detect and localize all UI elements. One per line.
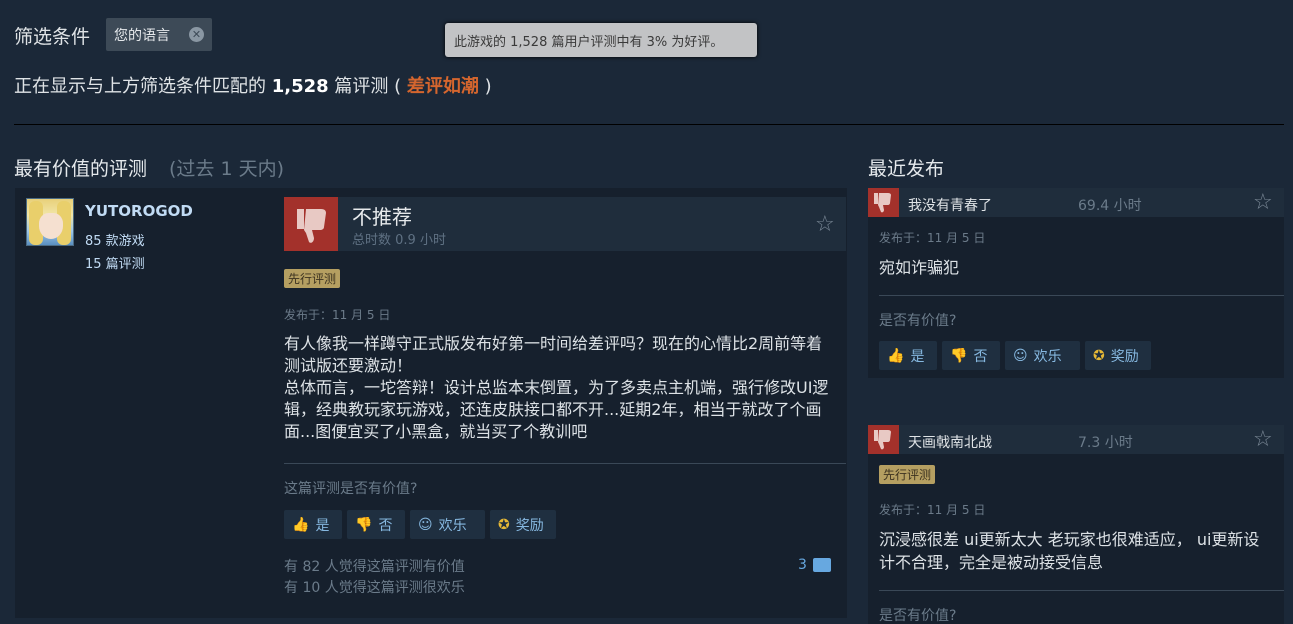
funny-count-text: 有 10 人觉得这篇评测很欢乐 [284, 580, 465, 596]
recent-play-hours: 69.4 小时 [1078, 198, 1142, 214]
vote-funny-button[interactable]: ☺ 欢乐 [410, 510, 485, 539]
vote-funny-button[interactable]: ☺ 欢乐 [1005, 341, 1080, 370]
award-button[interactable]: ✪ 奖励 [490, 510, 556, 539]
recent-review-text: 宛如诈骗犯 [879, 258, 960, 277]
close-icon[interactable]: ✕ [189, 27, 204, 42]
review-stats: 有 82 人觉得这篇评测有价值 有 10 人觉得这篇评测很欢乐 [284, 557, 465, 599]
thumbs-up-icon: 👍 [887, 347, 905, 364]
helpful-question: 这篇评测是否有价值? [284, 481, 418, 497]
play-hours: 总时数 0.9 小时 [352, 233, 446, 248]
summary-prefix: 正在显示与上方筛选条件匹配的 [14, 76, 266, 97]
early-access-badge: 先行评测 [879, 465, 936, 484]
review-divider [284, 463, 846, 464]
reviewer-reviews[interactable]: 15 篇评测 [85, 253, 145, 272]
reviewer-games[interactable]: 85 款游戏 [85, 230, 145, 249]
vote-yes-button[interactable]: 👍 是 [879, 341, 937, 370]
vote-no-label: 否 [378, 517, 393, 534]
review-count: 1,528 [271, 76, 329, 97]
helpful-count-text: 有 82 人觉得这篇评测有价值 [284, 559, 465, 575]
recent-review-card [868, 425, 1284, 624]
award-label: 奖励 [1110, 348, 1139, 365]
posted-date: 发布于：11 月 5 日 [879, 503, 986, 517]
star-icon[interactable]: ☆ [815, 212, 835, 237]
vote-no-button[interactable]: 👎 否 [347, 510, 405, 539]
posted-date: 发布于：11 月 5 日 [879, 231, 986, 245]
avatar[interactable] [26, 198, 74, 246]
vote-yes-button[interactable]: 👍 是 [284, 510, 342, 539]
thumbs-down-icon [284, 197, 338, 251]
award-button[interactable]: ✪ 奖励 [1085, 341, 1151, 370]
recent-reviewer-name[interactable]: 天画戟南北战 [908, 432, 992, 452]
thumbs-down-icon [868, 425, 899, 454]
filter-label: 筛选条件 [14, 26, 91, 48]
language-filter-chip[interactable]: 您的语言 ✕ [106, 18, 212, 51]
overall-rating[interactable]: 差评如潮 [407, 76, 479, 97]
comment-count: 3 [798, 557, 807, 573]
helpful-question: 是否有价值? [879, 313, 957, 329]
language-chip-label: 您的语言 [114, 27, 170, 44]
thumbs-down-icon: 👎 [950, 347, 968, 364]
vote-funny-label: 欢乐 [1033, 348, 1062, 365]
most-helpful-label: 最有价值的评测 [14, 158, 148, 180]
helpful-range[interactable]: (过去 1 天内) [169, 158, 284, 180]
comments-link[interactable]: 3 [798, 557, 832, 573]
vote-no-label: 否 [973, 348, 988, 365]
divider [14, 124, 1284, 125]
thumbs-down-icon: 👎 [355, 516, 373, 533]
review-paragraph: 有人像我一样蹲守正式版发布好第一时间给差评吗？现在的心情比2周前等着测试版还要激… [284, 334, 829, 441]
award-icon: ✪ [498, 516, 510, 533]
star-icon[interactable]: ☆ [1253, 427, 1273, 452]
helpful-question: 是否有价值? [879, 608, 957, 624]
award-label: 奖励 [515, 517, 544, 534]
recent-title: 最近发布 [868, 158, 945, 180]
comment-icon [813, 558, 832, 572]
reviewer-name[interactable]: YUTOROGOD [85, 202, 193, 220]
most-helpful-title: 最有价值的评测 (过去 1 天内) [14, 154, 284, 181]
vote-yes-label: 是 [315, 517, 330, 534]
star-icon[interactable]: ☆ [1253, 190, 1273, 215]
vote-no-button[interactable]: 👎 否 [942, 341, 1000, 370]
review-verdict: 不推荐 [352, 205, 412, 229]
summary-suffix: ) [484, 76, 492, 97]
thumbs-down-icon [868, 188, 899, 217]
early-access-badge: 先行评测 [284, 269, 341, 288]
review-divider [879, 295, 1284, 296]
vote-yes-label: 是 [910, 348, 925, 365]
thumbs-up-icon: 👍 [292, 516, 310, 533]
posted-date: 发布于：11 月 5 日 [284, 308, 391, 322]
review-divider [879, 590, 1284, 591]
review-summary: 正在显示与上方筛选条件匹配的 1,528 篇评测 ( 差评如潮 ) [14, 72, 492, 98]
recent-reviewer-name[interactable]: 我没有青春了 [908, 195, 992, 215]
award-icon: ✪ [1093, 347, 1105, 364]
vote-funny-label: 欢乐 [438, 517, 467, 534]
review-text: 有人像我一样蹲守正式版发布好第一时间给差评吗？现在的心情比2周前等着测试版还要激… [284, 333, 836, 443]
recent-play-hours: 7.3 小时 [1078, 435, 1133, 451]
recent-review-text: 沉浸感很差 ui更新太大 老玩家也很难适应， ui更新设计不合理，完全是被动接受… [879, 530, 1260, 572]
smiley-icon: ☺ [1013, 347, 1028, 364]
summary-unit: 篇评测 ( [334, 76, 402, 97]
rating-tooltip: 此游戏的 1,528 篇用户评测中有 3% 为好评。 [445, 23, 757, 57]
smiley-icon: ☺ [418, 516, 433, 533]
